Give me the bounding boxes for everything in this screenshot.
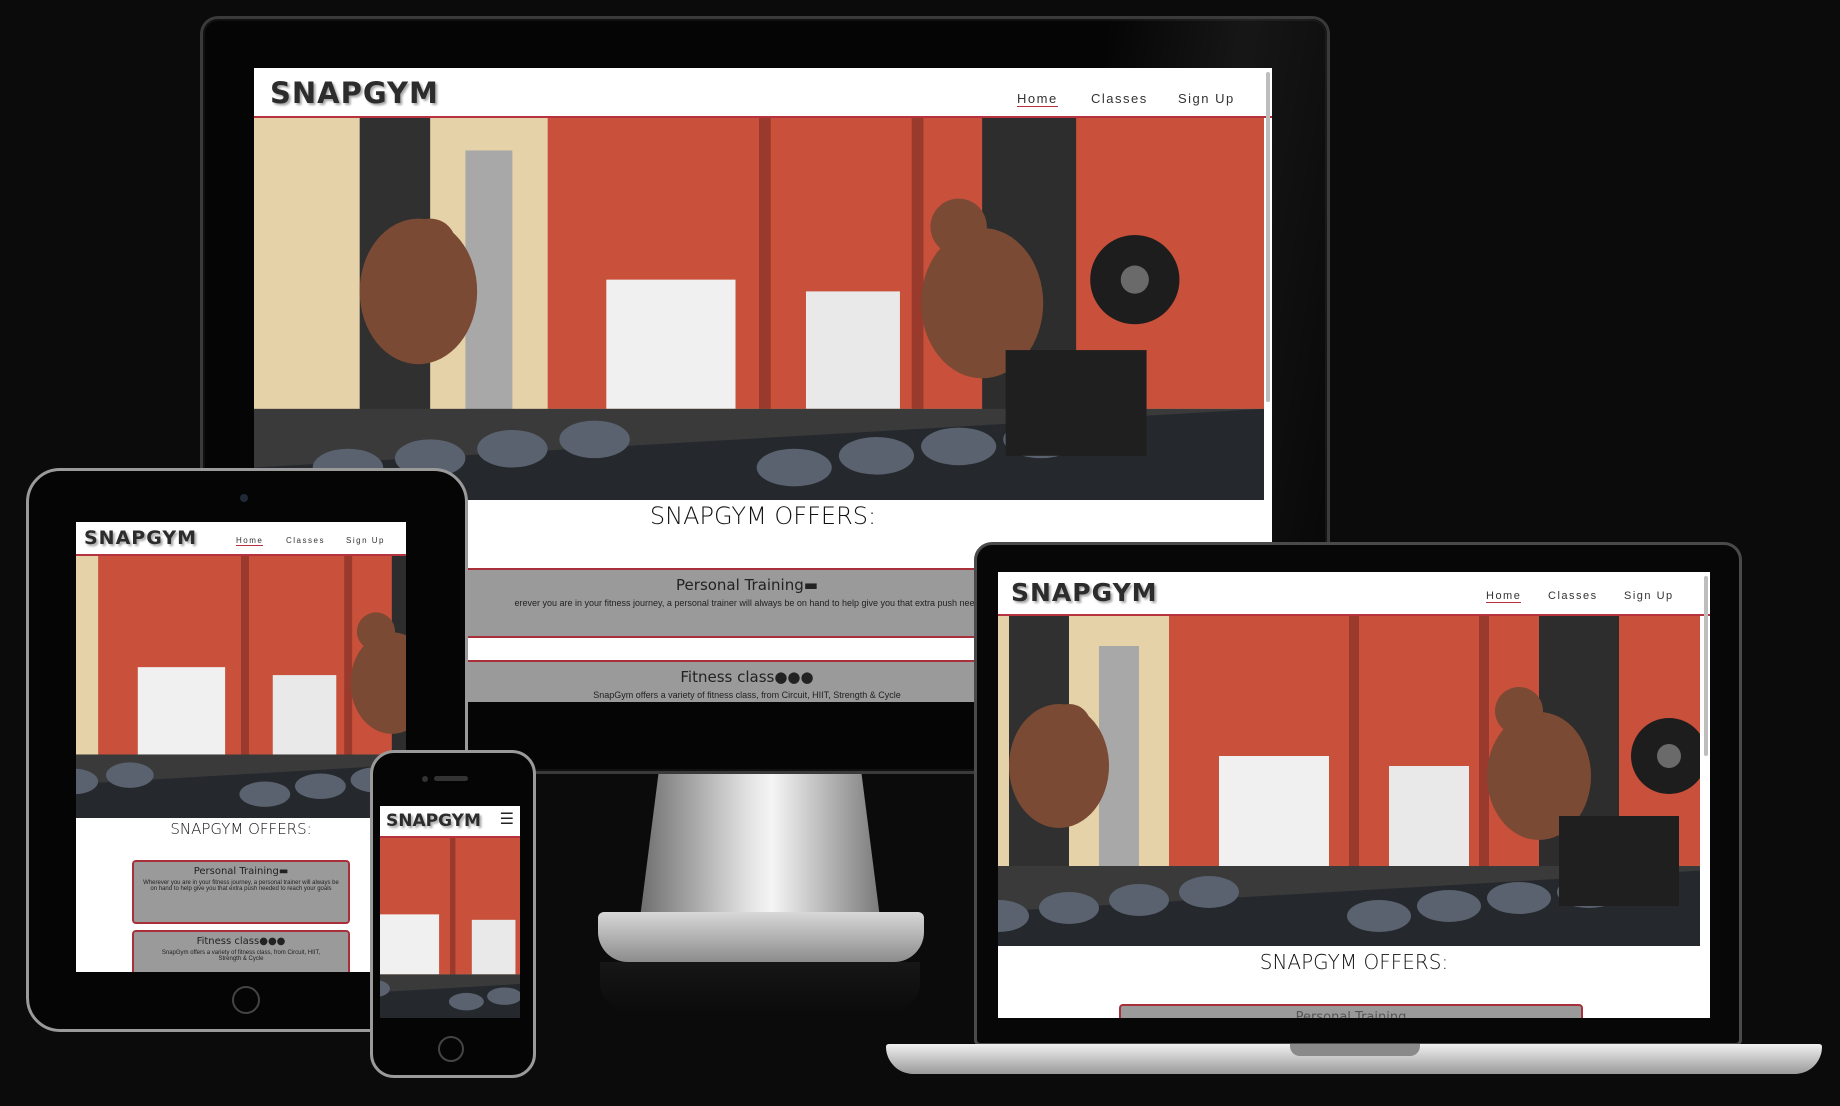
nav-home[interactable]: Home [1486,590,1522,603]
card-title: Personal Training▬ [193,866,289,877]
card-title: Personal Training [1295,1010,1407,1018]
people-group-icon: ●●● [774,668,814,686]
card-text: erever you are in your fitness journey, … [514,598,980,608]
dumbbell-icon: ▬ [278,866,289,877]
people-group-icon: ●●● [259,936,286,947]
tablet-screen: SNAPGYM Home Classes Sign Up SNAPGYM OFF… [76,522,406,972]
phone-screen: SNAPGYM ☰ [380,806,520,1018]
tablet-home-button [232,986,260,1014]
offer-card-personal-training: Personal Training [1119,1004,1583,1018]
hero-image [254,118,1264,500]
nav-sign-up[interactable]: Sign Up [1178,91,1235,106]
hamburger-menu-icon[interactable]: ☰ [500,812,514,828]
nav-classes[interactable]: Classes [1548,590,1598,602]
hero-image [998,616,1700,946]
hero-image [380,838,520,1018]
phone-home-button [438,1036,464,1062]
nav-home[interactable]: Home [1017,91,1058,107]
nav-home[interactable]: Home [236,536,264,546]
offer-card-fitness-class: Fitness class●●● SnapGym offers a variet… [132,930,350,972]
nav-sign-up[interactable]: Sign Up [346,536,385,545]
card-title: Fitness class●●● [680,668,814,686]
card-text: SnapGym offers a variety of fitness clas… [593,690,901,700]
offers-title: SNAPGYM OFFERS: [1259,950,1449,974]
card-text: SnapGym offers a variety of fitness clas… [161,950,321,962]
brand-logo[interactable]: SNAPGYM [386,811,481,831]
card-text: Wherever you are in your fitness journey… [143,880,339,892]
nav-sign-up[interactable]: Sign Up [1624,590,1674,602]
offer-card-personal-training: Personal Training▬ Wherever you are in y… [132,860,350,924]
dumbbell-icon: ▬ [803,576,818,594]
desktop-navbar: SNAPGYM Home Classes Sign Up [254,68,1272,118]
monitor-base-shadow [600,962,920,1012]
monitor-base [598,912,924,962]
card-title: Fitness class●●● [196,936,286,947]
phone-navbar: SNAPGYM ☰ [380,806,520,838]
brand-logo[interactable]: SNAPGYM [1011,578,1158,607]
brand-logo[interactable]: SNAPGYM [270,76,439,110]
card-title: Personal Training▬ [676,576,818,594]
brand-logo[interactable]: SNAPGYM [84,527,197,549]
scrollbar[interactable] [1704,576,1708,756]
nav-classes[interactable]: Classes [1091,91,1148,106]
offer-card-personal-training: Personal Training▬ erever you are in you… [460,568,1034,638]
scrollbar[interactable] [1266,72,1270,402]
offer-card-fitness-class: Fitness class●●● SnapGym offers a variet… [460,660,1034,702]
tablet-camera [240,494,248,502]
phone-camera [422,776,428,782]
hero-image [76,556,406,818]
nav-classes[interactable]: Classes [286,536,325,545]
monitor-stand [640,768,880,918]
laptop-navbar: SNAPGYM Home Classes Sign Up [998,572,1710,616]
laptop-notch [1290,1044,1420,1056]
laptop-screen: SNAPGYM Home Classes Sign Up SNAPGYM OFF… [998,572,1710,1018]
phone-speaker [434,776,468,781]
offers-title: SNAPGYM OFFERS: [170,820,312,838]
tablet-navbar: SNAPGYM Home Classes Sign Up [76,522,406,556]
